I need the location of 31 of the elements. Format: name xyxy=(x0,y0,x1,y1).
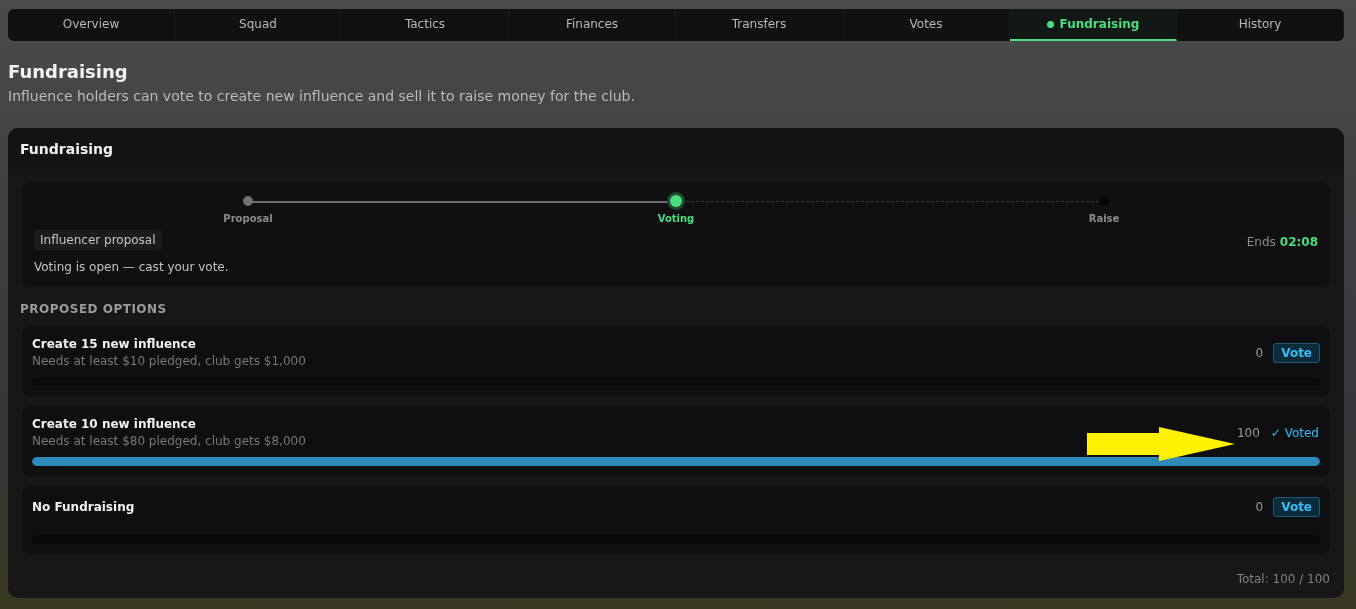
vote-count: 0 xyxy=(1255,500,1264,514)
tab[interactable]: Overview xyxy=(8,9,175,41)
vote-button[interactable]: Vote xyxy=(1273,342,1320,363)
vote-count: 100 xyxy=(1236,425,1260,440)
option-detail: Needs at least $80 pledged, club gets $8,000 xyxy=(32,434,306,448)
vote-count: 0 xyxy=(1255,345,1264,360)
ends-time: 02:08 xyxy=(1279,234,1318,249)
step-label: Raise xyxy=(1088,213,1120,224)
tab[interactable]: Fundraising xyxy=(1010,9,1177,41)
option-title: Create 15 new influence xyxy=(32,337,197,351)
status-dot xyxy=(1046,20,1054,28)
proposal-badge: Influencer proposal xyxy=(34,230,162,250)
page-title: Fundraising xyxy=(8,61,129,82)
vote-button[interactable]: ✓ Voted xyxy=(1269,422,1320,443)
status-text: Voting is open — cast your vote. xyxy=(34,260,230,274)
tab[interactable]: History xyxy=(1177,9,1344,41)
step-label: Voting xyxy=(657,213,695,224)
ends-label: Ends xyxy=(1246,234,1276,249)
tab[interactable]: Squad xyxy=(175,9,342,41)
option-title: No Fundraising xyxy=(32,500,135,514)
page-subtitle: Influence holders can vote to create new influence and sell it to raise money for the club. xyxy=(8,88,636,104)
card-title: Fundraising xyxy=(20,141,114,157)
tab[interactable]: Finances xyxy=(509,9,676,41)
vote-button[interactable]: Vote xyxy=(1273,497,1320,517)
tab[interactable]: Transfers xyxy=(676,9,843,41)
vote-total: Total: 100 / 100 xyxy=(1235,571,1331,586)
tab[interactable]: Tactics xyxy=(342,9,509,41)
option-title: Create 10 new influence xyxy=(32,417,197,431)
section-heading: PROPOSED OPTIONS xyxy=(20,302,168,316)
option-detail: Needs at least $10 pledged, club gets $1,000 xyxy=(32,354,306,368)
step-label: Proposal xyxy=(223,213,273,224)
